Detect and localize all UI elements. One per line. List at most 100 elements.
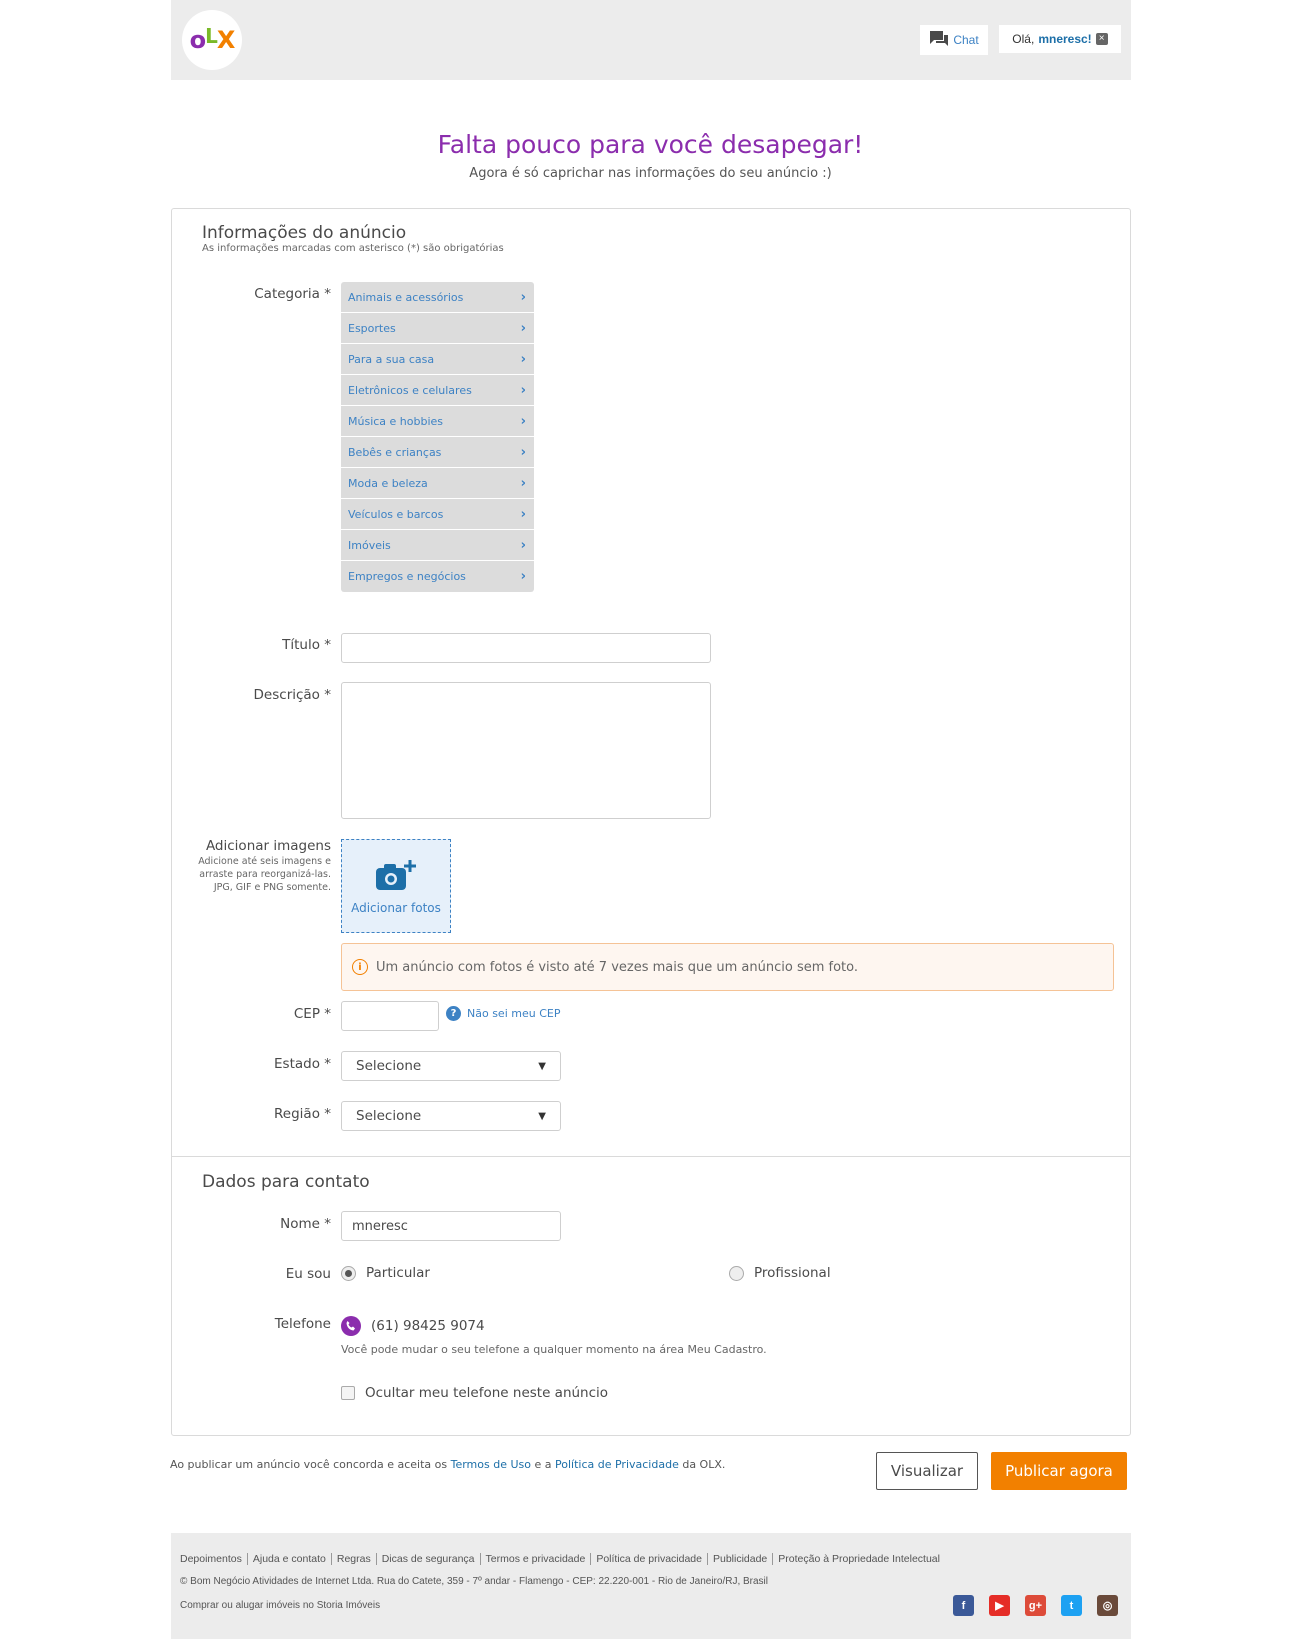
chevron-right-icon: › xyxy=(520,506,526,522)
photo-tip-text: Um anúncio com fotos é visto até 7 vezes… xyxy=(376,959,859,975)
footer-link[interactable]: Ajuda e contato xyxy=(248,1553,332,1565)
footer-link[interactable]: Publicidade xyxy=(708,1553,774,1565)
category-item[interactable]: Bebês e crianças › xyxy=(341,437,534,468)
chat-icon xyxy=(929,30,949,51)
privacy-policy-link[interactable]: Política de Privacidade xyxy=(555,1458,679,1471)
olx-logo[interactable]: oLX xyxy=(182,10,242,70)
terms-notice: Ao publicar um anúncio você concorda e a… xyxy=(170,1458,725,1471)
state-select-value: Selecione xyxy=(356,1058,422,1074)
name-input[interactable]: mneresc xyxy=(341,1211,561,1241)
contact-section-title: Dados para contato xyxy=(202,1172,370,1192)
category-item-label: Animais e acessórios xyxy=(348,290,464,304)
youtube-icon[interactable]: ▶ xyxy=(989,1595,1010,1616)
state-select[interactable]: Selecione ▼ xyxy=(341,1051,561,1081)
camera-plus-icon xyxy=(374,858,418,897)
logo-letter-o: o xyxy=(189,26,206,54)
region-select[interactable]: Selecione ▼ xyxy=(341,1101,561,1131)
footer-link[interactable]: Termos e privacidade xyxy=(481,1553,592,1565)
footer-link[interactable]: Proteção à Propriedade Intelectual xyxy=(773,1553,945,1565)
footer-link[interactable]: Política de privacidade xyxy=(591,1553,708,1565)
category-item[interactable]: Imóveis › xyxy=(341,530,534,561)
phone-display: (61) 98425 9074 xyxy=(341,1316,485,1336)
footer-link[interactable]: Dicas de segurança xyxy=(377,1553,481,1565)
chevron-right-icon: › xyxy=(520,569,526,584)
category-item[interactable]: Eletrônicos e celulares › xyxy=(341,375,534,406)
category-item-label: Empregos e negócios xyxy=(348,570,466,583)
category-item[interactable]: Veículos e barcos › xyxy=(341,499,534,530)
question-icon: ? xyxy=(446,1006,461,1021)
terms-of-use-link[interactable]: Termos de Uso xyxy=(451,1458,531,1471)
publish-button[interactable]: Publicar agora xyxy=(991,1452,1127,1490)
category-item-label: Para a sua casa xyxy=(348,352,435,366)
radio-profissional[interactable]: Profissional xyxy=(729,1265,831,1281)
iam-label: Eu sou xyxy=(285,1266,331,1282)
category-item[interactable]: Empregos e negócios › xyxy=(341,561,534,592)
description-textarea[interactable] xyxy=(341,682,711,819)
category-item-label: Imóveis xyxy=(348,538,391,552)
footer: Depoimentos Ajuda e contato Regras Dicas… xyxy=(171,1533,1131,1639)
footer-copyright: © Bom Negócio Atividades de Internet Ltd… xyxy=(180,1576,769,1587)
preview-button[interactable]: Visualizar xyxy=(876,1452,978,1490)
category-item[interactable]: Moda e beleza › xyxy=(341,468,534,499)
cep-label: CEP * xyxy=(293,1006,331,1022)
footer-storia-link[interactable]: Comprar ou alugar imóveis no Storia Imóv… xyxy=(180,1600,380,1611)
chat-button[interactable]: Chat xyxy=(920,25,988,55)
category-item[interactable]: Animais e acessórios › xyxy=(341,282,534,313)
chevron-right-icon: › xyxy=(520,382,526,398)
header-bar: oLX Chat Olá, mneresc! × xyxy=(171,0,1131,80)
hide-phone-label: Ocultar meu telefone neste anúncio xyxy=(365,1385,609,1401)
cep-help-link[interactable]: ? Não sei meu CEP xyxy=(446,1006,560,1021)
logout-close-icon[interactable]: × xyxy=(1095,33,1108,45)
add-photos-button[interactable]: Adicionar fotos xyxy=(341,839,451,933)
category-item[interactable]: Para a sua casa › xyxy=(341,344,534,375)
category-item-label: Música e hobbies xyxy=(348,414,444,428)
caret-down-icon: ▼ xyxy=(538,1060,546,1072)
images-label: Adicionar imagens xyxy=(205,838,331,854)
twitter-icon[interactable]: t xyxy=(1061,1595,1082,1616)
category-item-label: Esportes xyxy=(348,321,396,335)
user-menu[interactable]: Olá, mneresc! × xyxy=(999,25,1121,53)
chevron-right-icon: › xyxy=(520,289,526,305)
checkbox-box xyxy=(341,1386,355,1400)
footer-link[interactable]: Regras xyxy=(332,1553,377,1565)
chevron-right-icon: › xyxy=(520,351,526,367)
page: oLX Chat Olá, mneresc! × Falta pouco par… xyxy=(0,0,1301,1639)
title-input[interactable] xyxy=(341,633,711,663)
googleplus-icon[interactable]: g+ xyxy=(1025,1595,1046,1616)
description-label: Descrição * xyxy=(253,687,331,703)
category-item-label: Moda e beleza xyxy=(348,476,428,490)
hide-phone-checkbox[interactable]: Ocultar meu telefone neste anúncio xyxy=(341,1385,608,1401)
info-icon: i xyxy=(352,959,368,975)
terms-mid: e a xyxy=(531,1458,555,1471)
page-title: Falta pouco para você desapegar! xyxy=(437,130,864,159)
terms-suffix: da OLX. xyxy=(678,1458,726,1471)
greeting-text: Olá, xyxy=(1012,32,1035,46)
add-photos-label: Adicionar fotos xyxy=(351,900,441,915)
phone-label: Telefone xyxy=(274,1316,331,1332)
page-subtitle: Agora é só caprichar nas informações do … xyxy=(469,166,832,181)
radio-profissional-label: Profissional xyxy=(754,1265,831,1281)
instagram-icon[interactable]: ◎ xyxy=(1097,1595,1118,1616)
cep-help-text: Não sei meu CEP xyxy=(467,1007,561,1020)
cep-input[interactable] xyxy=(341,1001,439,1031)
username[interactable]: mneresc! xyxy=(1038,32,1091,46)
section-divider xyxy=(172,1156,1130,1157)
category-item[interactable]: Esportes › xyxy=(341,313,534,344)
category-list: Animais e acessórios › Esportes › Para a s… xyxy=(341,282,534,592)
logo-letter-l: L xyxy=(205,24,218,48)
category-item-label: Bebês e crianças xyxy=(348,445,442,459)
radio-circle xyxy=(729,1265,744,1281)
footer-link[interactable]: Depoimentos xyxy=(180,1553,248,1565)
social-links: f ▶ g+ t ◎ xyxy=(953,1595,1118,1616)
region-select-value: Selecione xyxy=(356,1108,422,1124)
facebook-icon[interactable]: f xyxy=(953,1595,974,1616)
category-item[interactable]: Música e hobbies › xyxy=(341,406,534,437)
ad-form-card: Informações do anúncio As informações ma… xyxy=(171,208,1131,1436)
name-label: Nome * xyxy=(280,1216,331,1232)
chevron-right-icon: › xyxy=(520,475,526,491)
chevron-right-icon: › xyxy=(520,320,526,336)
phone-note: Você pode mudar o seu telefone a qualque… xyxy=(341,1343,767,1356)
radio-particular[interactable]: Particular xyxy=(341,1265,430,1281)
photo-tip-banner: i Um anúncio com fotos é visto até 7 vez… xyxy=(341,943,1114,991)
category-item-label: Veículos e barcos xyxy=(348,507,444,521)
